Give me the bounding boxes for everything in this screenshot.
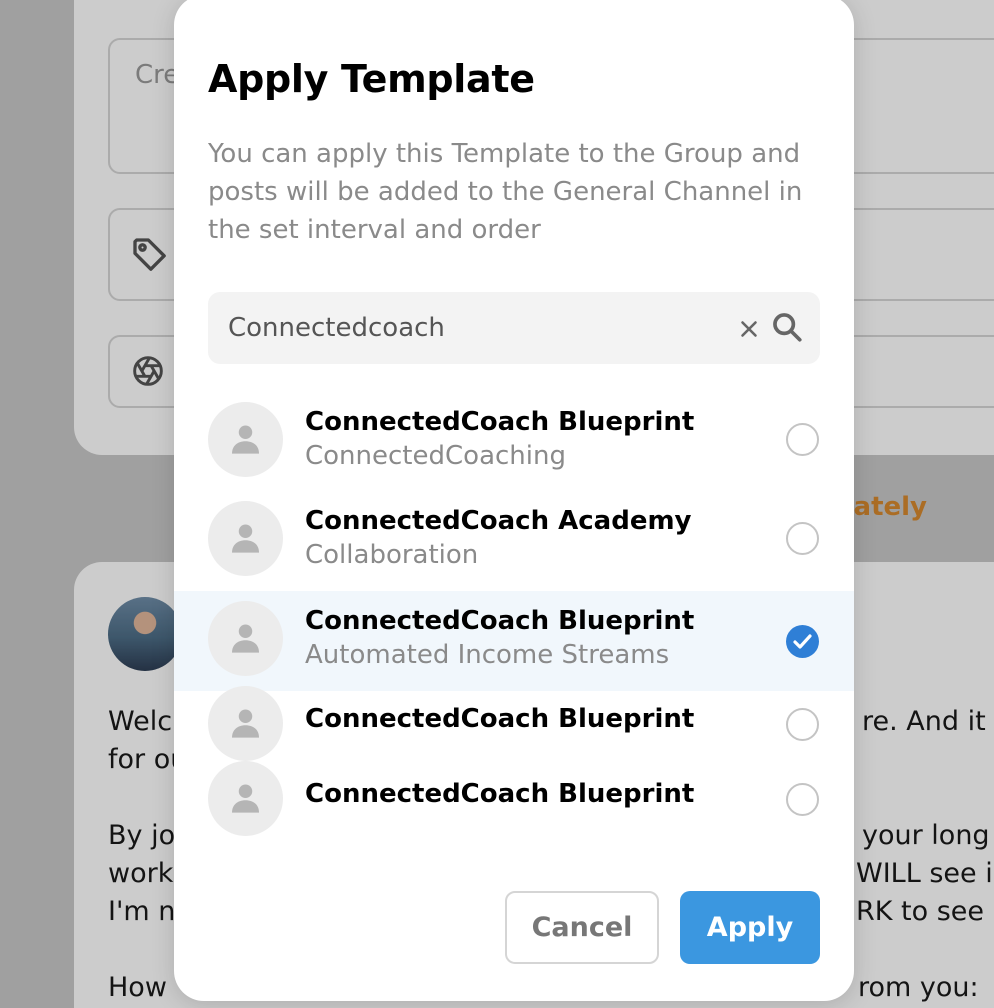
clear-icon[interactable] [736,316,762,342]
template-item[interactable]: ConnectedCoach Academy Collaboration [174,491,854,591]
template-item[interactable]: ConnectedCoach Blueprint [174,761,854,854]
template-title: ConnectedCoach Blueprint [305,779,695,809]
apply-template-modal: Apply Template You can apply this Templa… [174,0,854,1001]
template-radio[interactable] [786,708,819,741]
apply-button[interactable]: Apply [680,891,820,964]
template-avatar [208,501,283,576]
template-subtitle: Automated Income Streams [305,640,670,670]
template-list[interactable]: ConnectedCoach Blueprint ConnectedCoachi… [174,392,854,854]
template-radio[interactable] [786,783,819,816]
template-subtitle: ConnectedCoaching [305,441,566,471]
template-title: ConnectedCoach Blueprint [305,704,695,734]
checkmark-icon [793,634,812,649]
template-title: ConnectedCoach Blueprint [305,407,695,437]
cancel-button[interactable]: Cancel [505,891,659,964]
user-icon [232,524,259,553]
template-radio[interactable] [786,522,819,555]
template-subtitle: Collaboration [305,540,479,570]
modal-description: You can apply this Template to the Group… [208,139,803,245]
user-icon [232,425,259,454]
modal-title: Apply Template [208,57,535,101]
template-avatar [208,686,283,761]
template-title: ConnectedCoach Blueprint [305,606,695,636]
search-icon[interactable] [770,310,804,344]
search-box [208,292,820,364]
template-radio-checked[interactable] [786,625,819,658]
template-avatar [208,601,283,676]
template-radio[interactable] [786,423,819,456]
user-icon [232,624,259,653]
user-icon [232,784,259,813]
user-icon [232,709,259,738]
template-item[interactable]: ConnectedCoach Blueprint ConnectedCoachi… [174,392,854,492]
template-avatar [208,402,283,477]
template-item-selected[interactable]: ConnectedCoach Blueprint Automated Incom… [174,591,854,691]
search-input[interactable] [228,292,728,364]
template-avatar [208,761,283,836]
template-title: ConnectedCoach Academy [305,506,692,536]
